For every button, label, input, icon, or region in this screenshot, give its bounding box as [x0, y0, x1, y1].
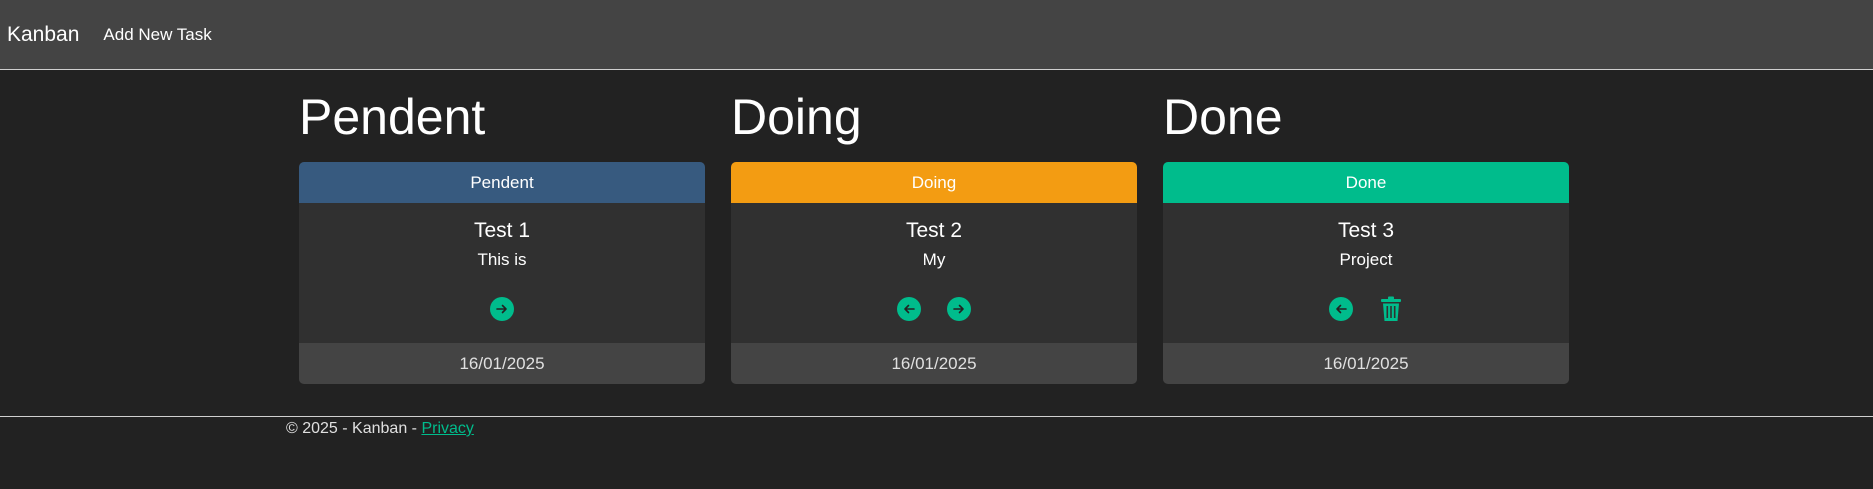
task-card: Pendent Test 1 This is 16/01/2025: [299, 162, 705, 384]
task-title: Test 2: [905, 219, 963, 242]
privacy-link[interactable]: Privacy: [421, 420, 473, 437]
column-title: Pendent: [299, 89, 486, 145]
task-actions: [1163, 294, 1569, 324]
card-body: Test 1 This is: [299, 203, 705, 343]
task-description: Project: [1339, 250, 1393, 269]
task-title: Test 3: [1337, 219, 1395, 242]
task-date: 16/01/2025: [731, 343, 1137, 384]
move-right-button[interactable]: [490, 297, 514, 321]
arrow-left-icon: [1336, 304, 1347, 314]
task-actions: [731, 294, 1137, 324]
task-date: 16/01/2025: [1163, 343, 1569, 384]
page-footer: © 2025 - Kanban - Privacy: [0, 416, 1873, 489]
card-status-header: Done: [1163, 162, 1569, 203]
task-description: My: [922, 250, 946, 269]
task-date: 16/01/2025: [299, 343, 705, 384]
kanban-board: Pendent Pendent Test 1 This is 16/01/202…: [299, 70, 1569, 384]
move-left-button[interactable]: [1329, 297, 1353, 321]
copyright-text: © 2025 - Kanban -: [286, 420, 422, 437]
column-title: Doing: [731, 89, 862, 145]
task-actions: [299, 294, 705, 324]
task-description: This is: [477, 250, 527, 269]
column-pendent: Pendent Pendent Test 1 This is 16/01/202…: [299, 70, 705, 384]
card-status-header: Doing: [731, 162, 1137, 203]
brand-link[interactable]: Kanban: [7, 23, 79, 47]
add-new-task-link[interactable]: Add New Task: [103, 25, 211, 45]
card-status-header: Pendent: [299, 162, 705, 203]
column-title: Done: [1163, 89, 1283, 145]
trash-icon: [1381, 296, 1401, 321]
card-body: Test 2 My: [731, 203, 1137, 343]
task-card: Done Test 3 Project 16/01/2025: [1163, 162, 1569, 384]
task-title: Test 1: [473, 219, 531, 242]
arrow-right-icon: [496, 304, 507, 314]
task-card: Doing Test 2 My 16/01/2025: [731, 162, 1137, 384]
move-left-button[interactable]: [897, 297, 921, 321]
move-right-button[interactable]: [947, 297, 971, 321]
column-done: Done Done Test 3 Project 16/01/2025: [1163, 70, 1569, 384]
arrow-left-icon: [904, 304, 915, 314]
column-doing: Doing Doing Test 2 My 16/01/2025: [731, 70, 1137, 384]
delete-task-button[interactable]: [1379, 295, 1403, 323]
arrow-right-icon: [953, 304, 964, 314]
footer-text: © 2025 - Kanban - Privacy: [286, 420, 474, 438]
top-navbar: Kanban Add New Task: [0, 0, 1873, 70]
card-body: Test 3 Project: [1163, 203, 1569, 343]
